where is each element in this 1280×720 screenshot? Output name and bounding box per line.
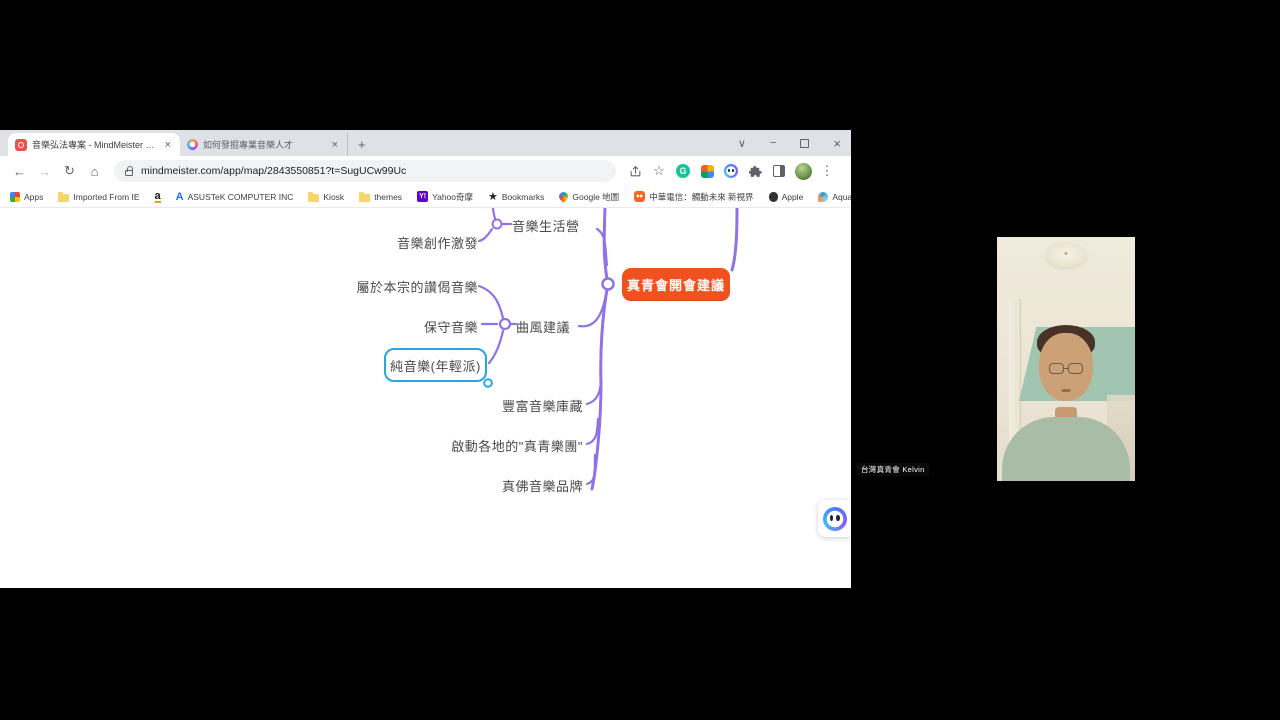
participant-name-label: 台灣真青會 Kelvin	[857, 463, 929, 476]
bookmark-star-icon[interactable]: ☆	[648, 163, 670, 179]
home-button[interactable]: ⌂	[83, 164, 106, 179]
palette-extension-icon[interactable]	[696, 165, 718, 178]
mindmap-canvas[interactable]: 音樂生活營 音樂創作激發 屬於本宗的讚偈音樂 保守音樂 純音樂(年輕派) 曲風建…	[0, 208, 851, 588]
tab-close-icon[interactable]: ×	[330, 139, 340, 151]
help-chat-button[interactable]	[818, 500, 851, 537]
bookmark-amazon[interactable]: a	[155, 191, 161, 203]
reload-button[interactable]: ↻	[58, 163, 81, 179]
tab2-favicon-icon	[187, 139, 198, 150]
cht-icon	[634, 191, 645, 202]
browser-toolbar: ← → ↻ ⌂ mindmeister.com/app/map/28435508…	[0, 156, 851, 186]
close-window-button[interactable]: ×	[833, 136, 841, 151]
map-pin-icon	[558, 190, 571, 203]
mindmap-node-creation[interactable]: 音樂創作激發	[380, 233, 478, 252]
browser-menu-icon[interactable]: ⋮	[816, 163, 838, 179]
restore-button[interactable]	[800, 139, 809, 148]
person-mouth	[1062, 389, 1071, 392]
bookmark-bookmarks[interactable]: ★ Bookmarks	[488, 190, 544, 203]
bookmark-imported-from-ie[interactable]: Imported From IE	[58, 192, 139, 202]
profile-avatar[interactable]	[792, 163, 814, 180]
folder-icon	[58, 194, 69, 202]
lamp-dot	[1065, 252, 1068, 255]
tab-title: 如何發掘專業音樂人才	[203, 138, 325, 151]
fish-icon	[818, 192, 828, 202]
share-icon[interactable]	[624, 165, 646, 178]
minimize-button[interactable]: −	[770, 137, 776, 149]
asus-icon: A	[176, 191, 184, 203]
mindmap-node-brand[interactable]: 真佛音樂品牌	[495, 476, 583, 495]
mindmap-branch-lines	[0, 208, 851, 588]
screen-share-stage: 音樂弘法專案 - MindMeister Mind Map × 如何發掘專業音樂…	[0, 0, 1280, 720]
bookmark-apple[interactable]: Apple	[769, 192, 804, 202]
mindmap-node-hymn[interactable]: 屬於本宗的讚偈音樂	[350, 277, 478, 296]
yahoo-icon: Y!	[417, 191, 428, 202]
person-glasses	[1049, 363, 1083, 374]
bookmark-google-maps[interactable]: Google 地圖	[559, 191, 619, 203]
extensions-puzzle-icon[interactable]	[744, 165, 766, 178]
tab-mindmeister[interactable]: 音樂弘法專案 - MindMeister Mind Map ×	[8, 133, 180, 156]
grammarly-extension-icon[interactable]: G	[672, 164, 694, 178]
mindmap-node-camp[interactable]: 音樂生活營	[512, 216, 580, 235]
bookmark-kiosk[interactable]: Kiosk	[308, 192, 344, 202]
back-button[interactable]: ←	[8, 164, 31, 179]
tab-secondary[interactable]: 如何發掘專業音樂人才 ×	[180, 133, 348, 156]
apps-grid-icon	[10, 192, 20, 202]
amazon-icon: a	[155, 191, 161, 203]
folder-icon	[308, 194, 319, 202]
mindmap-node-pure-selected[interactable]: 純音樂(年輕派)	[384, 348, 487, 382]
tab-title: 音樂弘法專案 - MindMeister Mind Map	[32, 138, 158, 151]
bookmark-aquarium[interactable]: Aquarium Supplies & Accessorie...	[818, 192, 851, 202]
browser-window: 音樂弘法專案 - MindMeister Mind Map × 如何發掘專業音樂…	[0, 130, 851, 588]
url-text[interactable]: mindmeister.com/app/map/2843550851?t=Sug…	[141, 165, 406, 177]
mindmap-node-bands[interactable]: 啟動各地的"真青樂團"	[430, 436, 583, 455]
chat-bot-face-icon	[823, 507, 847, 531]
tab-search-icon[interactable]: ∨	[738, 137, 746, 150]
bookmarks-bar: Apps Imported From IE a A ASUSTeK COMPUT…	[0, 186, 851, 208]
bookmark-cht[interactable]: 中華電信：觸動未來 新視界	[634, 191, 753, 203]
window-controls: ∨ − ×	[738, 130, 841, 156]
lock-icon[interactable]	[125, 170, 133, 176]
address-bar[interactable]: mindmeister.com/app/map/2843550851?t=Sug…	[114, 160, 616, 182]
mindmap-root-node[interactable]: 真青會開會建議	[622, 268, 730, 301]
star-icon: ★	[488, 190, 498, 203]
mindmap-node-style[interactable]: 曲風建議	[516, 317, 570, 336]
mindmap-node-library[interactable]: 豐富音樂庫藏	[495, 396, 583, 415]
webcam-video	[997, 237, 1135, 481]
mindmeister-favicon-icon	[15, 139, 27, 151]
bookmark-asustek[interactable]: A ASUSTeK COMPUTER INC	[176, 191, 294, 203]
bookmark-themes[interactable]: themes	[359, 192, 402, 202]
bookmark-yahoo[interactable]: Y! Yahoo奇摩	[417, 191, 473, 203]
tab-strip: 音樂弘法專案 - MindMeister Mind Map × 如何發掘專業音樂…	[0, 130, 851, 156]
mindmap-node-conservative[interactable]: 保守音樂	[418, 317, 478, 336]
folder-icon	[359, 194, 370, 202]
apple-icon	[769, 192, 778, 202]
new-tab-button[interactable]: +	[348, 133, 376, 156]
bookmark-apps[interactable]: Apps	[10, 192, 43, 202]
assistant-extension-icon[interactable]	[720, 164, 742, 178]
forward-button: →	[33, 164, 56, 179]
tab-close-icon[interactable]: ×	[163, 139, 173, 151]
participant-video-tile[interactable]: 台灣真青會 Kelvin	[855, 240, 1280, 480]
side-panel-icon[interactable]	[768, 165, 790, 177]
